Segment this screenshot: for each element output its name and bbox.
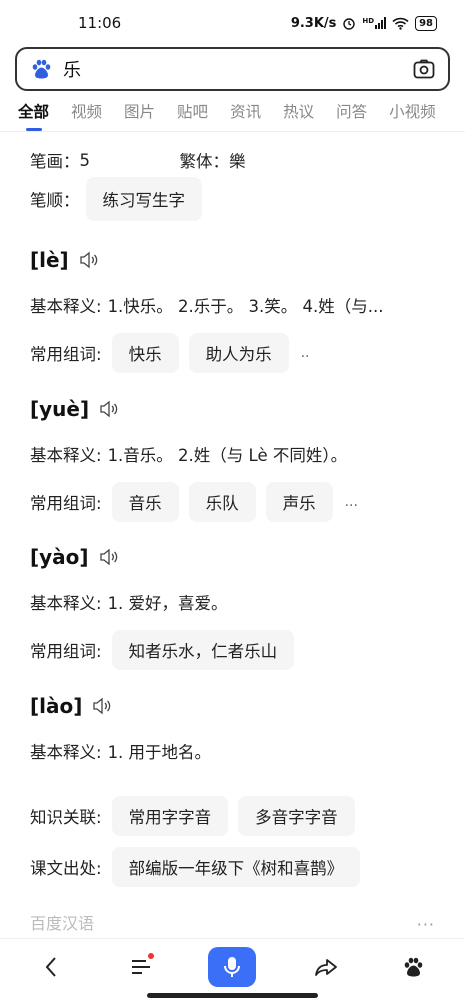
pinyin-yao: [yào] [30,545,119,569]
textbook-chip[interactable]: 部编版一年级下《树和喜鹊》 [111,847,361,887]
textbook-row: 课文出处: 部编版一年级下《树和喜鹊》 [30,847,370,887]
net-speed: 9.3K/s [290,15,337,31]
textbook-label: 课文出处: [30,859,102,878]
bottom-nav [0,938,465,993]
tab-short-video[interactable]: 小视频 [389,100,436,122]
knowledge-chip-common-sounds[interactable]: 常用字字音 [111,796,229,836]
tab-divider [0,131,465,132]
source-baidu-hanyu[interactable]: 百度汉语 [30,910,94,934]
tab-all[interactable]: 全部 [18,100,49,131]
tab-discussion[interactable]: 热议 [283,100,314,122]
word-chip-yinyue[interactable]: 音乐 [111,482,179,522]
pinyin-le: [lè] [30,248,99,272]
speaker-icon[interactable] [99,548,119,566]
pinyin-text: [yuè] [30,397,90,421]
wifi-icon [392,17,409,30]
pinyin-lao: [lào] [30,694,112,718]
pinyin-text: [yào] [30,545,89,569]
definition-label: 基本释义: [30,594,102,613]
tab-video[interactable]: 视频 [71,100,102,122]
camera-icon[interactable] [412,57,436,81]
word-chip-yuedui[interactable]: 乐队 [188,482,256,522]
definition-row-yao: 基本释义: 1. 爱好，喜爱。 [30,590,228,614]
status-bar: 11:06 9.3K/s HD 98 [0,0,465,46]
alarm-icon [343,18,356,30]
definition-row-lao: 基本释义: 1. 用于地名。 [30,739,211,763]
definition-text: 1. 用于地名。 [107,743,212,762]
strokes-row: 笔画： 5 繁体： 樂 [30,148,246,172]
back-arrow-icon [45,957,56,977]
words-row-yue: 常用组词: 音乐 乐队 声乐 ... [30,482,358,522]
word-chip-kuaile[interactable]: 快乐 [111,333,179,373]
menu-icon [132,960,150,974]
hd-signal-icon: HD [362,17,387,29]
tab-qa[interactable]: 问答 [336,100,367,122]
definition-label: 基本释义: [30,297,102,316]
definition-row-yue: 基本释义: 1.音乐。 2.姓（与 Lè 不同姓）。 [30,442,347,466]
strokes-value: 5 [79,150,91,170]
home-indicator[interactable] [147,993,318,998]
pinyin-yue: [yuè] [30,397,119,421]
stroke-order-row: 笔顺： 练习写生字 [30,177,212,221]
definition-label: 基本释义: [30,446,102,465]
search-tabs: 全部 视频 图片 贴吧 资讯 热议 问答 小视频 [0,100,465,132]
tab-images[interactable]: 图片 [124,100,155,122]
back-button[interactable] [27,947,75,987]
traditional-value: 樂 [229,152,246,171]
speaker-icon[interactable] [79,251,99,269]
practice-writing-button[interactable]: 练习写生字 [85,177,202,221]
search-box[interactable]: 乐 [15,47,450,91]
definition-text: 1.音乐。 2.姓（与 Lè 不同姓）。 [107,446,348,465]
share-button[interactable] [302,947,350,987]
traditional-label: 繁体： [179,152,230,171]
tab-tieba[interactable]: 贴吧 [177,100,208,122]
knowledge-row: 知识关联: 常用字字音 多音字字音 [30,796,365,836]
stroke-order-label: 笔顺： [30,191,80,210]
words-row-yao: 常用组词: 知者乐水，仁者乐山 [30,630,304,670]
more-words[interactable]: .. [301,345,310,361]
menu-button[interactable] [118,947,166,987]
knowledge-label: 知识关联: [30,808,102,827]
search-input[interactable]: 乐 [63,56,412,82]
more-words[interactable]: ... [345,494,358,510]
words-label: 常用组词: [30,345,102,364]
home-button[interactable] [389,947,437,987]
strokes-label: 笔画： [30,152,80,171]
words-label: 常用组词: [30,494,102,513]
word-chip-zhizheleshui[interactable]: 知者乐水，仁者乐山 [111,630,295,670]
battery-icon: 98 [415,15,437,31]
definition-text: 1. 爱好，喜爱。 [107,594,228,613]
status-icons: 9.3K/s HD 98 [290,15,437,31]
share-icon [315,959,337,976]
word-chip-zhurenweile[interactable]: 助人为乐 [188,333,289,373]
tab-news[interactable]: 资讯 [230,100,261,122]
baidu-paw-icon[interactable] [29,57,53,81]
definition-label: 基本释义: [30,743,102,762]
baidu-home-icon [404,957,423,977]
more-options-icon[interactable]: ··· [417,915,435,934]
speaker-icon[interactable] [99,400,119,418]
microphone-icon [224,957,240,977]
words-label: 常用组词: [30,642,102,661]
word-chip-shengyue[interactable]: 声乐 [265,482,333,522]
pinyin-text: [lào] [30,694,83,718]
speaker-icon[interactable] [92,697,112,715]
words-row-le: 常用组词: 快乐 助人为乐 .. [30,333,309,373]
pinyin-text: [lè] [30,248,69,272]
voice-search-button[interactable] [208,947,256,987]
status-time: 11:06 [78,14,122,32]
definition-text: 1.快乐。 2.乐于。 3.笑。 4.姓（与... [107,297,384,316]
knowledge-chip-polyphonic[interactable]: 多音字字音 [238,796,355,836]
definition-row-le: 基本释义: 1.快乐。 2.乐于。 3.笑。 4.姓（与... [30,293,384,317]
notification-dot [148,953,154,959]
